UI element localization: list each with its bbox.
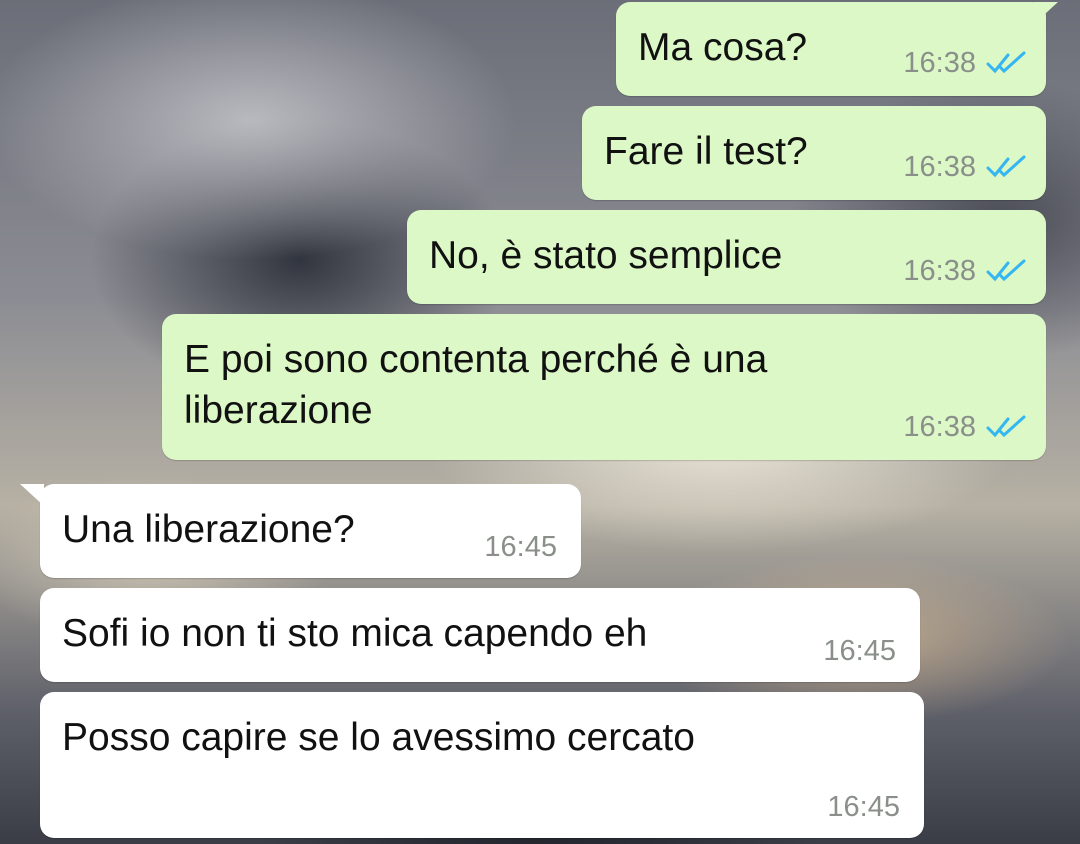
double-check-read-icon [986, 155, 1026, 178]
message-time: 16:45 [823, 635, 896, 667]
message-text: E poi sono contenta perché è una liberaz… [184, 334, 767, 436]
message-time: 16:45 [484, 531, 557, 563]
message-bubble-outgoing[interactable]: Fare il test? 16:38 [582, 106, 1046, 200]
message-text: Fare il test? [604, 130, 808, 173]
message-text: Posso capire se lo avessimo cercato [62, 716, 695, 759]
message-time: 16:38 [903, 255, 976, 287]
message-bubble-outgoing[interactable]: E poi sono contenta perché è una liberaz… [162, 314, 1046, 460]
message-text: Sofi io non ti sto mica capendo eh [62, 612, 648, 655]
message-meta: 16:45 [484, 530, 557, 564]
message-text: Una liberazione? [62, 508, 355, 551]
double-check-read-icon [986, 415, 1026, 438]
message-bubble-outgoing[interactable]: No, è stato semplice 16:38 [407, 210, 1046, 304]
message-bubble-incoming[interactable]: Una liberazione? 16:45 [20, 484, 581, 578]
message-text: No, è stato semplice [429, 234, 783, 277]
message-time: 16:38 [903, 411, 976, 443]
message-meta: 16:45 [823, 634, 896, 668]
bubble-tail [1034, 2, 1058, 24]
double-check-read-icon [986, 259, 1026, 282]
message-bubble-incoming[interactable]: Posso capire se lo avessimo cercato 16:4… [40, 692, 924, 838]
message-meta: 16:38 [903, 410, 1028, 444]
message-meta: 16:38 [903, 150, 1028, 184]
message-time: 16:38 [903, 151, 976, 183]
message-text-line: liberazione [184, 389, 373, 432]
message-time: 16:38 [903, 47, 976, 79]
message-bubble-outgoing[interactable]: Ma cosa? 16:38 [616, 2, 1058, 96]
message-text-line: E poi sono contenta perché è una [184, 338, 768, 381]
message-meta: 16:38 [903, 46, 1028, 80]
bubble-tail [20, 484, 44, 506]
message-meta: 16:38 [903, 254, 1028, 288]
message-bubble-incoming[interactable]: Sofi io non ti sto mica capendo eh 16:45 [40, 588, 920, 682]
message-text: Ma cosa? [638, 26, 808, 69]
double-check-read-icon [986, 51, 1026, 74]
message-meta: 16:45 [827, 790, 900, 824]
message-time: 16:45 [827, 791, 900, 823]
